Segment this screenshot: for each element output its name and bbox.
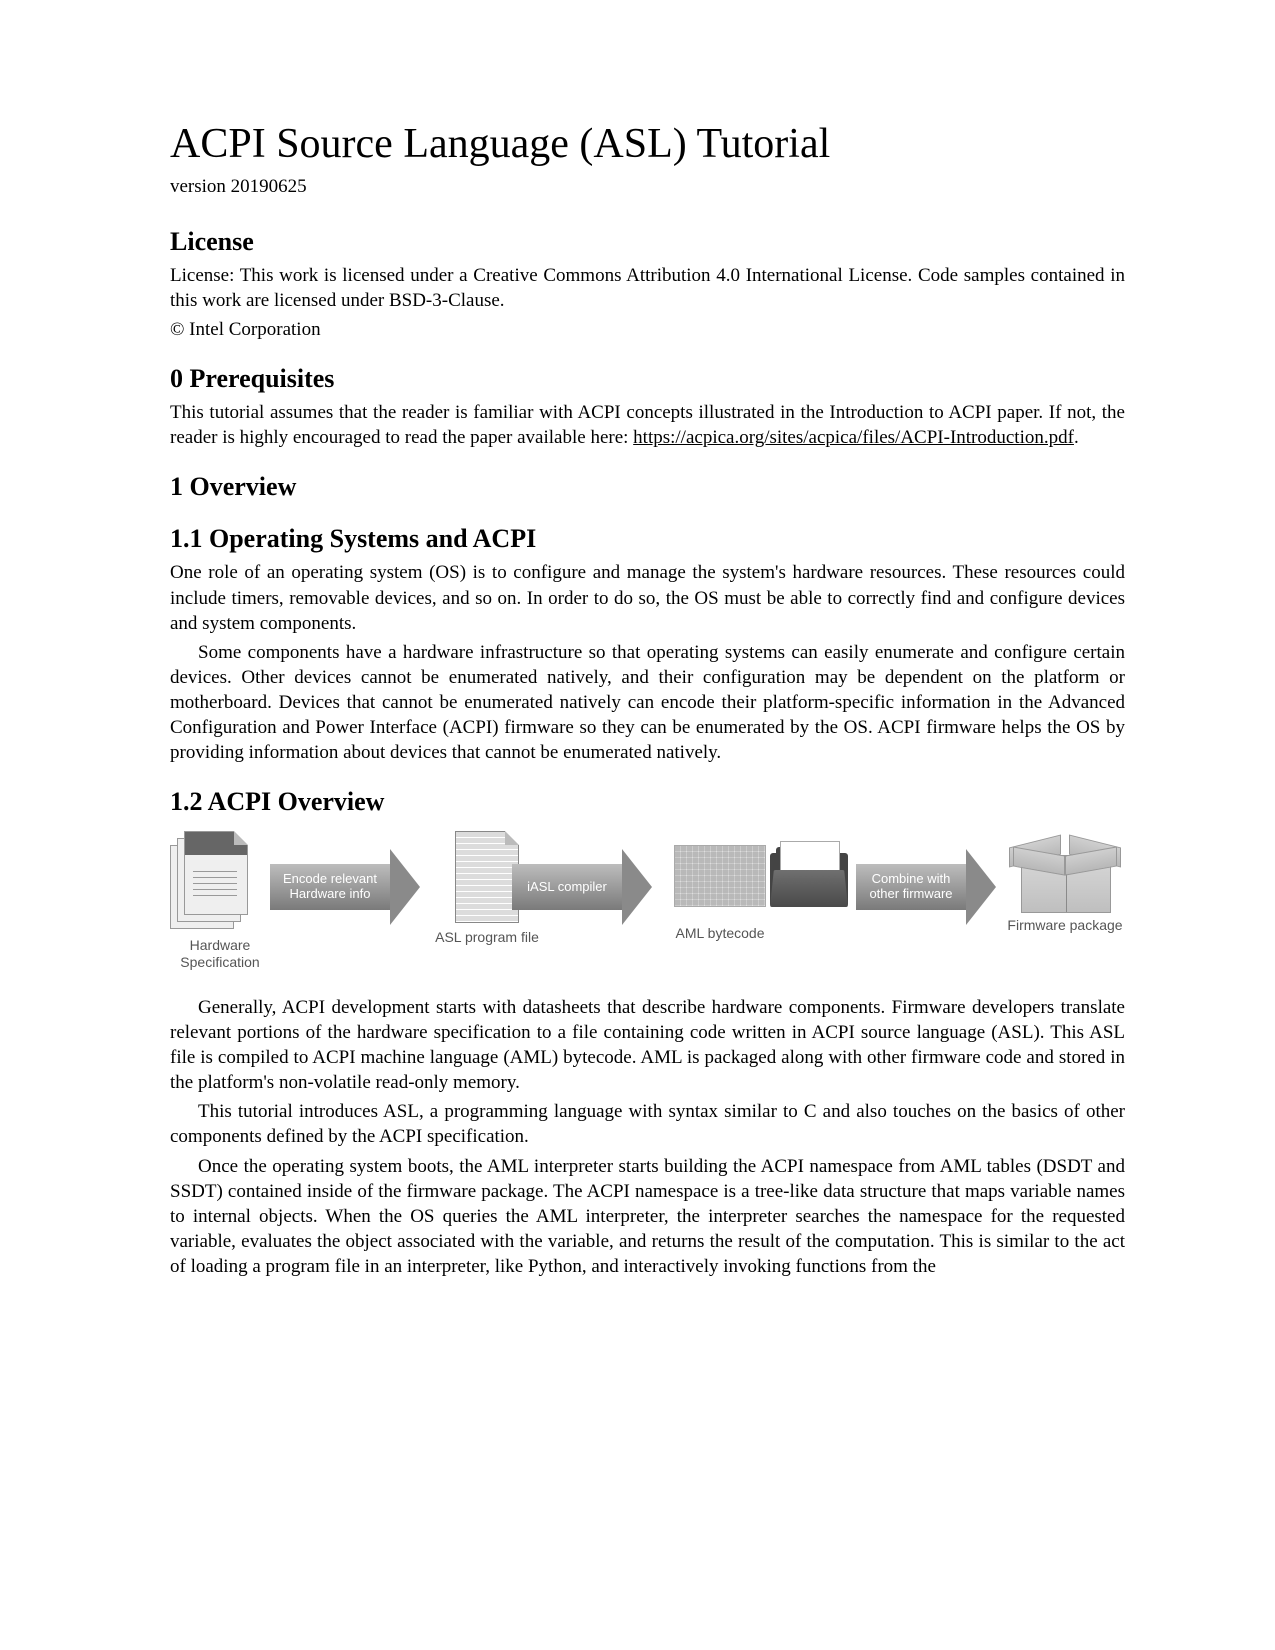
diagram-stage-aml: AML bytecode — [660, 845, 780, 942]
overview-heading: 1 Overview — [170, 472, 1125, 502]
diagram-stage-folder — [770, 847, 850, 907]
os-acpi-p1: One role of an operating system (OS) is … — [170, 560, 1125, 635]
folder-icon — [770, 847, 850, 907]
diagram-arrow-encode: Encode relevant Hardware info — [270, 849, 420, 925]
acpi-overview-p2: This tutorial introduces ASL, a programm… — [170, 1099, 1125, 1149]
arrow3-line2: other firmware — [869, 886, 952, 901]
acpi-overview-heading: 1.2 ACPI Overview — [170, 787, 1125, 817]
arrow1-line2: Hardware info — [290, 886, 371, 901]
version-line: version 20190625 — [170, 174, 1125, 199]
file-icon — [455, 831, 519, 923]
diagram-arrow-compiler: iASL compiler — [512, 849, 652, 925]
license-text: License: This work is licensed under a C… — [170, 263, 1125, 313]
arrow1-line1: Encode relevant — [283, 871, 377, 886]
bytecode-icon — [674, 845, 766, 907]
os-acpi-p2: Some components have a hardware infrastr… — [170, 640, 1125, 765]
license-copyright: © Intel Corporation — [170, 317, 1125, 342]
license-heading: License — [170, 227, 1125, 257]
prereq-text-b: . — [1074, 427, 1079, 448]
diagram-arrow-combine: Combine with other firmware — [856, 849, 996, 925]
diagram-caption-firmware-package: Firmware package — [1000, 917, 1130, 934]
diagram-caption-aml: AML bytecode — [660, 925, 780, 942]
os-acpi-heading: 1.1 Operating Systems and ACPI — [170, 524, 1125, 554]
arrow-label: iASL compiler — [527, 880, 607, 895]
prereq-link[interactable]: https://acpica.org/sites/acpica/files/AC… — [633, 427, 1074, 448]
arrow-label: Encode relevant Hardware info — [283, 872, 377, 902]
document-stack-icon — [170, 831, 248, 931]
package-box-icon — [1013, 837, 1117, 911]
prereq-heading: 0 Prerequisites — [170, 364, 1125, 394]
diagram-stage-hardware-spec: Hardware Specification — [170, 831, 270, 971]
document-title: ACPI Source Language (ASL) Tutorial — [170, 120, 1125, 168]
diagram-caption-hardware-spec: Hardware Specification — [170, 937, 270, 971]
acpi-flow-diagram: Hardware Specification Encode relevant H… — [170, 831, 1125, 991]
arrow-label: Combine with other firmware — [869, 872, 952, 902]
arrow3-line1: Combine with — [872, 871, 951, 886]
acpi-overview-p3: Once the operating system boots, the AML… — [170, 1154, 1125, 1279]
page: ACPI Source Language (ASL) Tutorial vers… — [0, 0, 1275, 1363]
diagram-stage-firmware-package: Firmware package — [1000, 837, 1130, 934]
prereq-text: This tutorial assumes that the reader is… — [170, 400, 1125, 450]
acpi-overview-p1: Generally, ACPI development starts with … — [170, 995, 1125, 1095]
diagram-caption-asl-file: ASL program file — [422, 929, 552, 946]
